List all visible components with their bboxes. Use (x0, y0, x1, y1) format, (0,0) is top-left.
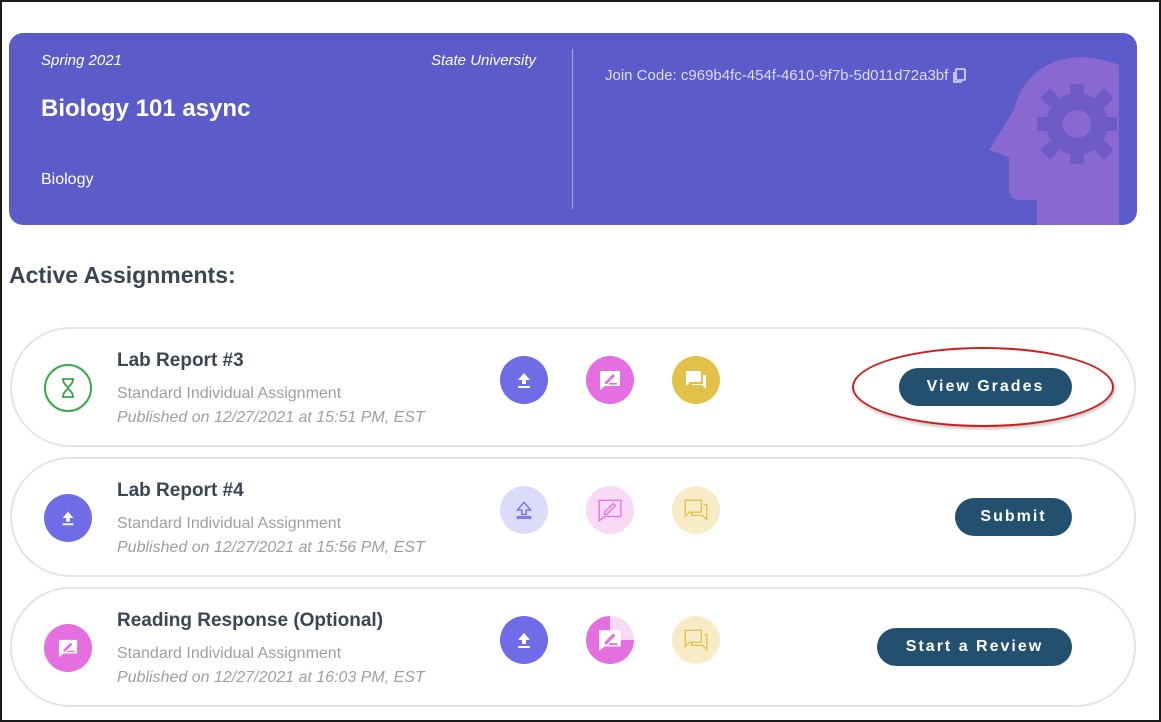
review-icon[interactable] (586, 356, 634, 404)
assignment-title: Reading Response (Optional) (117, 610, 384, 631)
hourglass-icon (44, 364, 92, 412)
join-code-text: Join Code: c969b4fc-454f-4610-9f7b-5d011… (605, 67, 949, 84)
course-term: Spring 2021 (41, 52, 122, 69)
assignment-title: Lab Report #3 (117, 350, 244, 371)
submit-button[interactable]: Submit (955, 498, 1072, 536)
assignment-title: Lab Report #4 (117, 480, 244, 501)
assignment-type: Standard Individual Assignment (117, 515, 342, 532)
upload-icon[interactable] (500, 616, 548, 664)
assignment-published-date: Published on 12/27/2021 at 16:03 PM, EST (117, 669, 425, 686)
review-icon[interactable] (586, 486, 634, 534)
head-gear-icon (989, 57, 1119, 225)
start-review-button[interactable]: Start a Review (877, 628, 1072, 666)
assignment-type: Standard Individual Assignment (117, 645, 342, 662)
feedback-icon[interactable] (672, 616, 720, 664)
assignment-published-date: Published on 12/27/2021 at 15:51 PM, EST (117, 409, 425, 426)
feedback-icon[interactable] (672, 356, 720, 404)
assignment-published-date: Published on 12/27/2021 at 15:56 PM, EST (117, 539, 425, 556)
upload-icon[interactable] (500, 356, 548, 404)
assignment-card: Lab Report #3 Standard Individual Assign… (10, 327, 1136, 447)
assignment-card: Reading Response (Optional) Standard Ind… (10, 587, 1136, 707)
view-grades-button[interactable]: View Grades (899, 368, 1072, 406)
header-divider (572, 49, 573, 209)
course-subject: Biology (41, 171, 94, 188)
course-university: State University (431, 52, 537, 69)
copy-icon[interactable] (952, 67, 967, 84)
feedback-icon[interactable] (672, 486, 720, 534)
course-header: Spring 2021 State University Biology 101… (9, 33, 1137, 225)
review-icon (44, 624, 92, 672)
review-progress-icon[interactable] (586, 616, 634, 664)
course-title: Biology 101 async (41, 95, 251, 122)
assignment-card: Lab Report #4 Standard Individual Assign… (10, 457, 1136, 577)
section-title: Active Assignments: (9, 262, 236, 288)
join-code: Join Code: c969b4fc-454f-4610-9f7b-5d011… (605, 67, 967, 84)
assignment-type: Standard Individual Assignment (117, 385, 342, 402)
upload-icon (44, 494, 92, 542)
upload-icon[interactable] (500, 486, 548, 534)
